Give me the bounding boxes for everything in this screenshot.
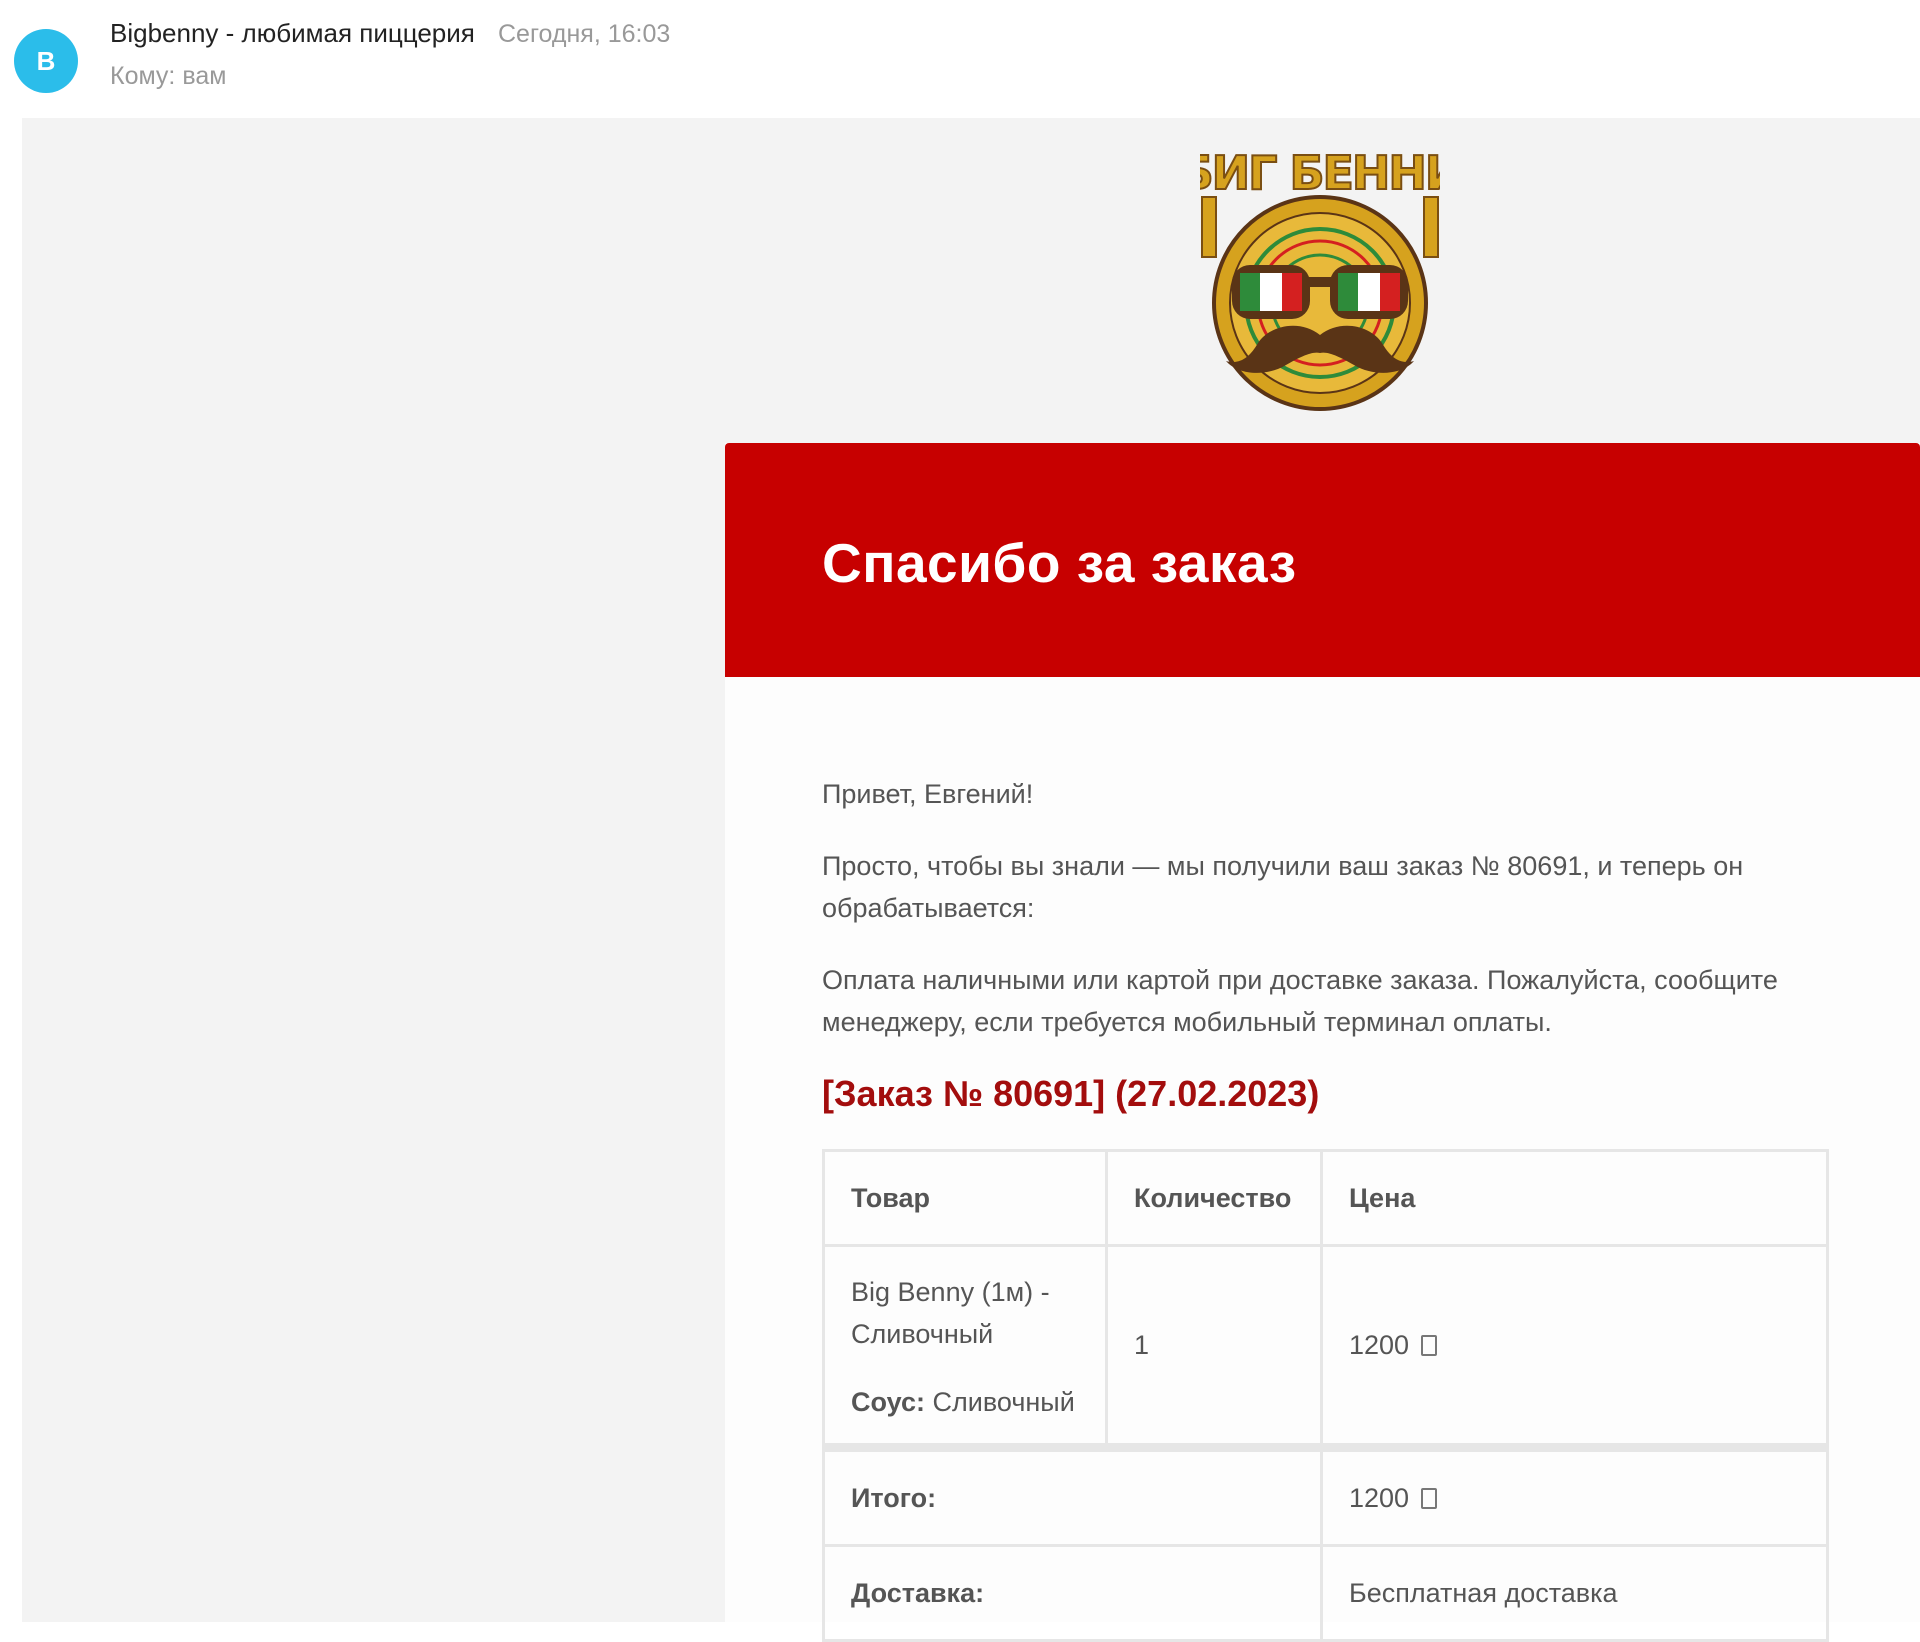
order-table: Товар Количество Цена Big Benny (1м) - С…	[822, 1149, 1829, 1642]
product-option: Соус: Сливочный	[851, 1381, 1079, 1423]
order-email-card: Спасибо за заказ Привет, Евгений! Просто…	[725, 443, 1920, 1642]
card-header: Спасибо за заказ	[725, 443, 1920, 677]
product-cell: Big Benny (1м) - Сливочный Соус: Сливочн…	[822, 1244, 1108, 1449]
price-cell: 1200	[1320, 1244, 1829, 1449]
payment-text: Оплата наличными или картой при доставке…	[822, 965, 1778, 1037]
product-name: Big Benny (1м) - Сливочный	[851, 1277, 1050, 1349]
order-heading[interactable]: [Заказ № 80691] (27.02.2023)	[822, 1073, 1822, 1115]
total-value: 1200	[1349, 1482, 1410, 1513]
total-cell: 1200	[1320, 1443, 1829, 1547]
header-product: Товар	[822, 1149, 1108, 1247]
email-title: Спасибо за заказ	[822, 532, 1297, 594]
email-date: Сегодня, 16:03	[498, 20, 671, 48]
delivery-value: Бесплатная доставка	[1320, 1544, 1829, 1642]
card-body: Привет, Евгений! Просто, чтобы вы знали …	[822, 773, 1829, 1642]
currency-glyph-icon	[1420, 1334, 1437, 1356]
total-label: Итого:	[822, 1443, 1323, 1547]
header-quantity: Количество	[1105, 1149, 1323, 1247]
option-label: Соус:	[851, 1387, 925, 1417]
quantity-cell: 1	[1105, 1244, 1323, 1449]
delivery-label: Доставка:	[822, 1544, 1323, 1642]
greeting: Привет, Евгений!	[822, 779, 1034, 809]
currency-glyph-icon	[1420, 1487, 1437, 1509]
sender-avatar[interactable]: B	[14, 29, 78, 93]
logo-image: БИГ БЕННИ	[1178, 145, 1464, 411]
bigbenny-logo: БИГ БЕННИ	[1178, 139, 1464, 414]
table-header-row: Товар Количество Цена	[822, 1149, 1829, 1247]
sender-name[interactable]: Bigbenny - любимая пиццерия	[110, 18, 475, 49]
recipient-line: Кому: вам	[110, 62, 227, 90]
email-header: B Bigbenny - любимая пиццерия Сегодня, 1…	[0, 0, 1920, 118]
price-value: 1200	[1349, 1329, 1410, 1360]
logo-lettering: БИГ БЕННИ	[1200, 146, 1440, 200]
table-row: Big Benny (1м) - Сливочный Соус: Сливочн…	[822, 1244, 1829, 1449]
delivery-row: Доставка: Бесплатная доставка	[822, 1544, 1829, 1642]
option-value: Сливочный	[932, 1387, 1075, 1417]
order-received-text: Просто, чтобы вы знали — мы получили ваш…	[822, 851, 1744, 923]
total-row: Итого: 1200	[822, 1443, 1829, 1547]
header-price: Цена	[1320, 1149, 1829, 1247]
